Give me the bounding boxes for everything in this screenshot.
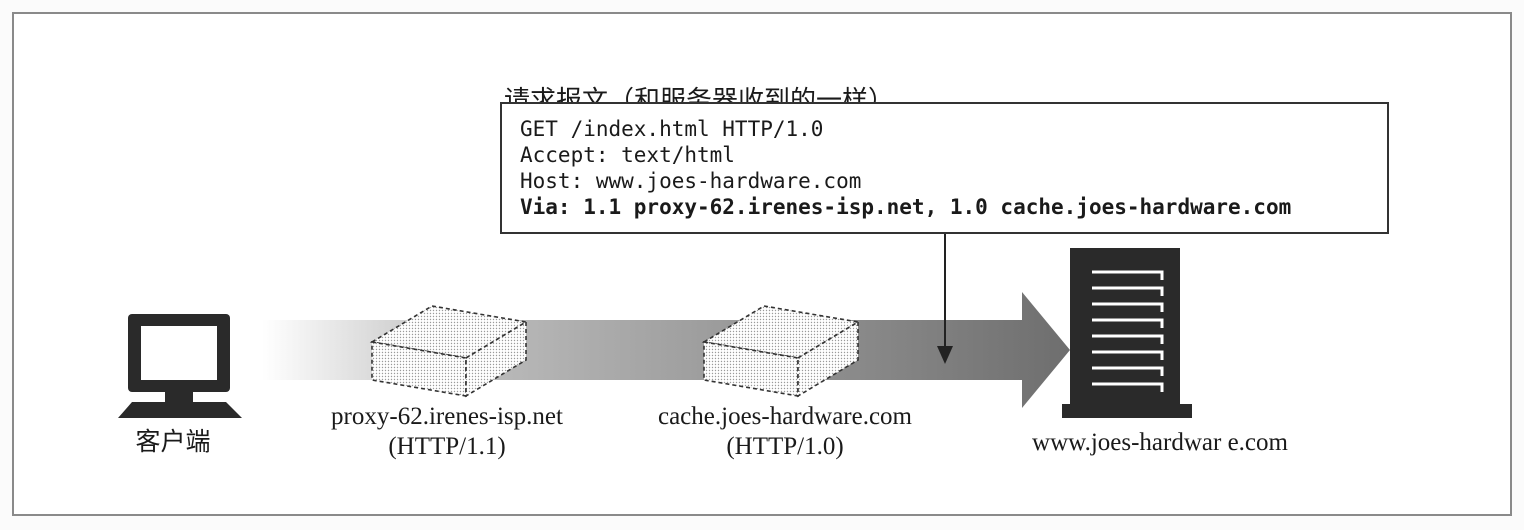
- proxy-label: proxy-62.irenes-isp.net (HTTP/1.1): [282, 402, 612, 462]
- proxy-box-icon: [369, 305, 529, 398]
- client-label: 客户端: [135, 429, 211, 456]
- cache-protocol: (HTTP/1.0): [726, 433, 844, 460]
- request-message-box: GET /index.html HTTP/1.0 Accept: text/ht…: [500, 102, 1389, 234]
- via-header-diagram: 请求报文（和服务器收到的一样） GET /index.html HTTP/1.0…: [0, 0, 1524, 530]
- cache-label: cache.joes-hardware.com (HTTP/1.0): [610, 402, 960, 462]
- server-icon: [1062, 248, 1192, 418]
- cache-hostname: cache.joes-hardware.com: [657, 403, 913, 430]
- proxy-hostname: proxy-62.irenes-isp.net: [331, 403, 563, 430]
- accept-header-line: Accept: text/html: [520, 143, 735, 167]
- server-label: www.joes-hardwar e.com: [1032, 429, 1288, 456]
- via-header-line: Via: 1.1 proxy-62.irenes-isp.net, 1.0 ca…: [520, 195, 1292, 219]
- request-line: GET /index.html HTTP/1.0: [520, 117, 824, 141]
- computer-icon: [118, 314, 242, 418]
- host-header-line: Host: www.joes-hardware.com: [520, 169, 862, 193]
- cache-box-icon: [701, 305, 861, 398]
- proxy-protocol: (HTTP/1.1): [388, 433, 506, 460]
- request-message-lines: GET /index.html HTTP/1.0 Accept: text/ht…: [520, 116, 1291, 220]
